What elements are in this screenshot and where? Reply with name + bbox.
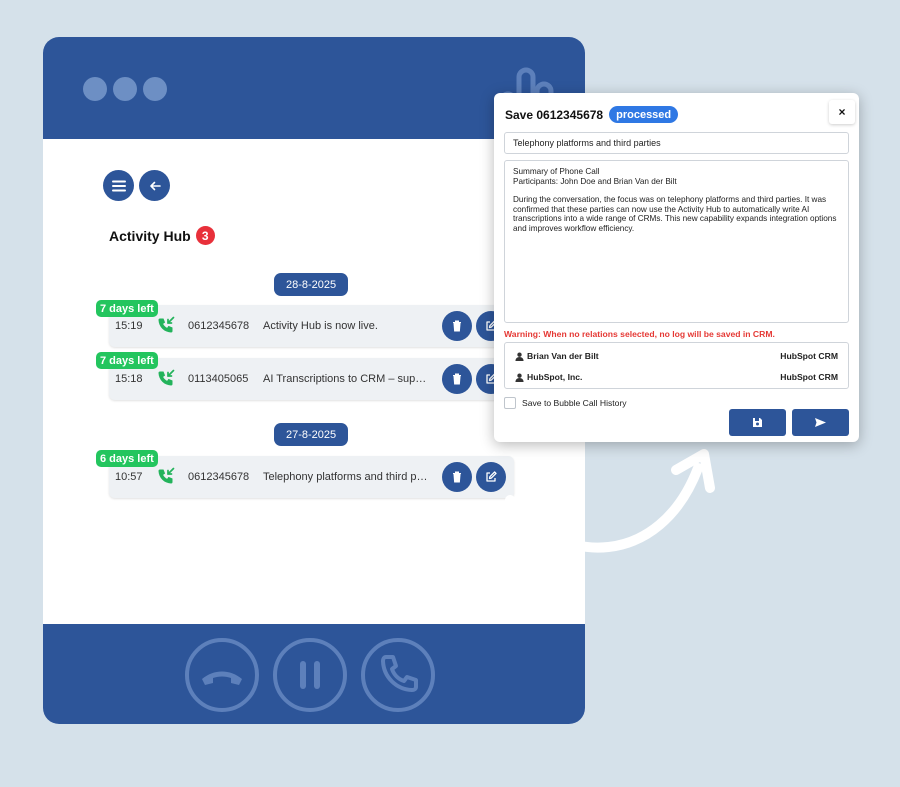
- pause-icon[interactable]: [272, 637, 348, 713]
- subject-input[interactable]: Telephony platforms and third parties: [504, 132, 849, 154]
- user-icon: [515, 373, 524, 382]
- days-left-badge: 6 days left: [96, 450, 158, 467]
- relation-name: HubSpot, Inc.: [527, 372, 583, 382]
- relations-list: Brian Van der Bilt HubSpot CRM HubSpot, …: [504, 342, 849, 389]
- relation-item[interactable]: Brian Van der Bilt HubSpot CRM: [515, 348, 838, 364]
- save-history-option[interactable]: Save to Bubble Call History: [504, 397, 627, 409]
- send-button[interactable]: [792, 409, 849, 436]
- page-title: Activity Hub 3: [109, 226, 215, 245]
- trash-icon: [453, 471, 461, 483]
- user-icon: [515, 352, 524, 361]
- window-dot: [83, 77, 107, 101]
- dialog-title: Save 0612345678 processed: [505, 106, 679, 123]
- call-time: 15:18: [115, 373, 143, 385]
- edit-icon: [486, 471, 497, 482]
- days-left-badge: 7 days left: [96, 300, 158, 317]
- hang-up-icon[interactable]: [184, 637, 260, 713]
- call-number: 0113405065: [188, 373, 249, 385]
- save-history-checkbox[interactable]: [504, 397, 516, 409]
- dialog-title-text: Save 0612345678: [505, 107, 604, 122]
- incoming-call-icon: [158, 467, 175, 484]
- call-description: Telephony platforms and third parties: [263, 471, 429, 483]
- summary-paragraph: During the conversation, the focus was o…: [513, 195, 837, 233]
- arrow-left-icon: [149, 181, 161, 190]
- relation-crm: HubSpot CRM: [780, 372, 838, 382]
- delete-button[interactable]: [442, 364, 472, 394]
- close-button[interactable]: ×: [829, 100, 855, 124]
- save-call-dialog: Save 0612345678 processed × Telephony pl…: [494, 93, 859, 442]
- summary-line: Participants: John Doe and Brian Van der…: [513, 176, 677, 186]
- window-dots: [83, 77, 167, 101]
- trash-icon: [453, 373, 461, 385]
- call-row[interactable]: 10:57 0612345678 Telephony platforms and…: [109, 456, 514, 498]
- incoming-call-icon: [158, 369, 175, 386]
- window-dot: [143, 77, 167, 101]
- delete-button[interactable]: [442, 311, 472, 341]
- relation-name: Brian Van der Bilt: [527, 351, 599, 361]
- delete-button[interactable]: [442, 462, 472, 492]
- relation-crm: HubSpot CRM: [780, 351, 838, 361]
- call-description: AI Transcriptions to CRM – supported by …: [263, 373, 429, 385]
- call-row[interactable]: 15:18 0113405065 AI Transcriptions to CR…: [109, 358, 514, 400]
- floppy-disk-icon: [753, 418, 762, 427]
- days-left-badge: 7 days left: [96, 352, 158, 369]
- phone-icon[interactable]: [360, 637, 436, 713]
- summary-textarea[interactable]: Summary of Phone Call Participants: John…: [504, 160, 849, 323]
- count-badge: 3: [195, 226, 215, 245]
- call-controls-bar: [43, 624, 585, 724]
- save-history-label: Save to Bubble Call History: [522, 398, 627, 408]
- date-separator: 28-8-2025: [274, 273, 349, 296]
- save-button[interactable]: [729, 409, 786, 436]
- call-number: 0612345678: [188, 320, 250, 332]
- menu-icon: [111, 180, 126, 191]
- send-icon: [815, 418, 826, 427]
- back-button[interactable]: [139, 170, 170, 201]
- call-number: 0612345678: [188, 471, 250, 483]
- call-row[interactable]: 15:19 0612345678 Activity Hub is now liv…: [109, 305, 514, 347]
- curved-arrow-icon: [505, 449, 715, 553]
- incoming-call-icon: [158, 316, 175, 333]
- warning-text: Warning: When no relations selected, no …: [504, 329, 775, 339]
- date-separator: 27-8-2025: [274, 423, 349, 446]
- call-time: 10:57: [115, 471, 143, 483]
- call-time: 15:19: [115, 320, 143, 332]
- summary-line: Summary of Phone Call: [513, 167, 600, 176]
- trash-icon: [453, 320, 461, 332]
- call-description: Activity Hub is now live.: [263, 320, 378, 332]
- relation-item[interactable]: HubSpot, Inc. HubSpot CRM: [515, 369, 838, 385]
- window-dot: [113, 77, 137, 101]
- page-title-text: Activity Hub: [109, 227, 191, 244]
- menu-button[interactable]: [103, 170, 134, 201]
- status-badge: processed: [609, 106, 679, 123]
